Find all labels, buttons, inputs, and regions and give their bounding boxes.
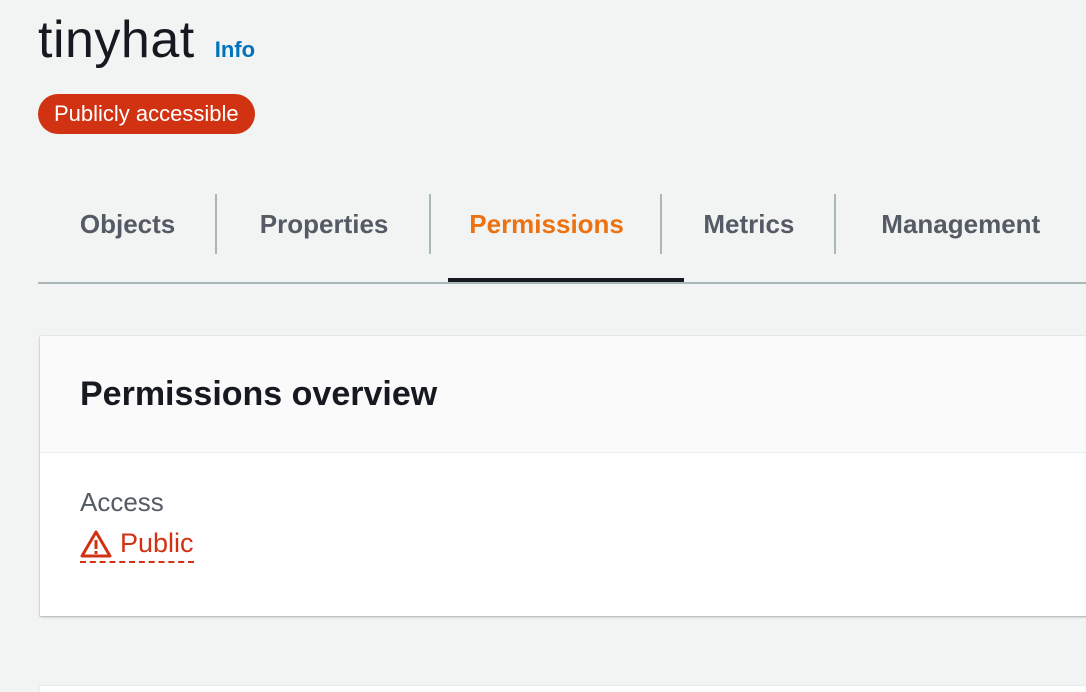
tab-objects-label: Objects <box>79 208 176 239</box>
tab-metrics-label: Metrics <box>703 208 795 239</box>
tab-metrics[interactable]: Metrics <box>662 194 836 254</box>
info-link[interactable]: Info <box>215 37 255 63</box>
tab-permissions-label: Permissions <box>469 208 624 239</box>
next-card <box>40 686 1086 692</box>
access-label: Access <box>80 487 164 517</box>
tab-objects[interactable]: Objects <box>38 194 218 254</box>
tab-permissions[interactable]: Permissions <box>431 194 663 254</box>
permissions-overview-card: Permissions overview Access Public <box>40 336 1086 616</box>
warning-icon <box>80 530 112 557</box>
page-header: tinyhat Info <box>38 10 255 70</box>
access-value: Public <box>120 528 194 558</box>
page-title: tinyhat <box>38 11 195 69</box>
access-value-link[interactable]: Public <box>80 528 194 563</box>
active-tab-indicator <box>448 278 684 282</box>
card-header: Permissions overview <box>40 336 1086 453</box>
tab-properties[interactable]: Properties <box>217 194 431 254</box>
tab-bar: Objects Properties Permissions Metrics M… <box>38 194 1086 284</box>
status-badge: Publicly accessible <box>38 94 255 134</box>
tab-management[interactable]: Management <box>836 194 1086 254</box>
tab-management-label: Management <box>881 208 1041 239</box>
card-title: Permissions overview <box>80 374 438 413</box>
card-body: Access Public <box>40 453 1086 598</box>
tab-properties-label: Properties <box>259 208 389 239</box>
bucket-detail-page: tinyhat Info Publicly accessible Objects… <box>0 0 1086 692</box>
